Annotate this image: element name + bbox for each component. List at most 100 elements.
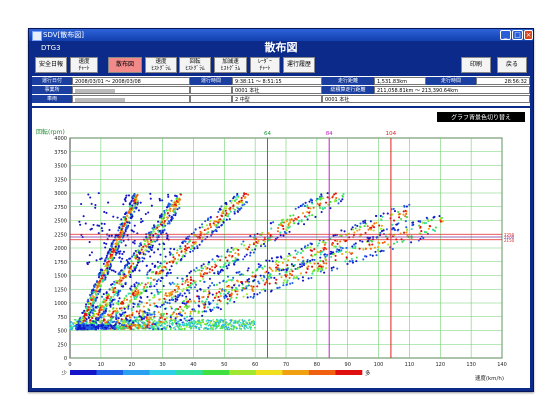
scatter-point [294, 249, 297, 252]
scatter-point [268, 274, 272, 277]
scatter-point [114, 270, 117, 273]
scatter-point [175, 285, 178, 288]
scatter-point [103, 210, 106, 213]
scatter-point [373, 226, 376, 229]
scatter-point [177, 258, 180, 261]
scatter-point [312, 206, 315, 209]
scatter-point [97, 327, 100, 330]
scatter-point [143, 324, 146, 327]
history-button[interactable]: 運行履歴 [283, 57, 315, 73]
scatter-point [297, 216, 300, 219]
daily-report-button[interactable]: 安全日報 [35, 57, 67, 73]
vehicle-type-value: 2 中型 [232, 95, 322, 103]
scatter-button[interactable]: 散布図 [108, 57, 142, 73]
scatter-point [197, 310, 200, 313]
close-button[interactable]: × [524, 30, 533, 40]
scatter-point [274, 260, 277, 264]
scatter-point [300, 218, 303, 222]
scatter-point [128, 292, 131, 295]
background-toggle-button[interactable]: グラフ背景色切り替え [437, 112, 525, 122]
scatter-point [141, 256, 144, 259]
vehicle-empty-cell [190, 95, 232, 103]
rpm-histogram-button[interactable]: 回転 ﾋｽﾄｸﾞﾗﾑ [179, 57, 211, 73]
scatter-point [364, 231, 367, 234]
scatter-point [175, 195, 178, 198]
scatter-point [205, 272, 209, 275]
print-button[interactable]: 印刷 [461, 57, 491, 73]
scatter-point [159, 305, 162, 308]
scatter-point [253, 279, 256, 282]
scatter-point [305, 262, 308, 265]
y-tick-label: 0 [64, 356, 67, 362]
scatter-point [228, 293, 231, 296]
scatter-point [99, 268, 103, 271]
period-value: 2008/03/01 ～ 2008/03/08 [72, 77, 190, 85]
scatter-point [149, 304, 152, 307]
scatter-point [225, 207, 228, 210]
scatter-point [144, 212, 147, 216]
scatter-point [163, 209, 166, 213]
scatter-point [351, 228, 355, 231]
scatter-point [367, 228, 370, 231]
scatter-point [94, 306, 97, 309]
scatter-point [83, 315, 86, 318]
scatter-point [176, 298, 179, 301]
scatter-point [282, 281, 285, 284]
scatter-point [194, 301, 197, 304]
scatter-point [392, 242, 396, 245]
scatter-point [82, 322, 85, 325]
maximize-button[interactable]: □ [512, 30, 523, 40]
scatter-point [130, 260, 133, 263]
scatter-point [103, 306, 106, 309]
scatter-point [270, 289, 273, 292]
scatter-point [178, 206, 181, 210]
scatter-point [207, 263, 210, 266]
vehicle-label: 車両 [32, 95, 72, 103]
scatter-point [129, 266, 132, 269]
scatter-point [318, 265, 321, 268]
back-button[interactable]: 戻る [497, 57, 527, 73]
accel-histogram-button[interactable]: 加減速 ﾋｽﾄｸﾞﾗﾑ [214, 57, 247, 73]
scatter-point [108, 288, 111, 291]
scatter-point [99, 288, 102, 291]
scatter-point [168, 268, 171, 271]
scatter-point [137, 251, 140, 254]
scatter-point [238, 324, 241, 326]
scatter-point [137, 325, 140, 328]
scatter-point [94, 320, 97, 323]
scatter-point [292, 219, 295, 222]
scatter-point [156, 234, 159, 237]
speed-histogram-button[interactable]: 速度 ﾋｽﾄｸﾞﾗﾑ [145, 57, 177, 73]
x-tick-label: 60 [252, 362, 258, 368]
scatter-point [105, 305, 108, 308]
scatter-point [140, 243, 143, 247]
scatter-point [89, 196, 92, 199]
scatter-point [181, 323, 184, 326]
scatter-point [242, 320, 245, 323]
scatter-point [319, 202, 322, 205]
scatter-point [348, 251, 351, 254]
scatter-point [350, 257, 353, 260]
scatter-point [276, 286, 279, 290]
scatter-point [326, 192, 329, 195]
scatter-point [193, 286, 197, 289]
scatter-point [243, 203, 246, 206]
scatter-point [158, 243, 161, 246]
scatter-point [165, 320, 167, 323]
scatter-point [236, 280, 240, 283]
minimize-button[interactable]: _ [500, 30, 511, 40]
scatter-point [188, 286, 191, 289]
speed-chart-button[interactable]: 速度 ﾁｬｰﾄ [70, 57, 98, 73]
radar-chart-button[interactable]: ﾚｰﾀﾞｰ ﾁｬｰﾄ [250, 57, 280, 73]
scatter-point [292, 264, 295, 268]
scatter-point [318, 204, 321, 207]
scatter-point [200, 326, 203, 329]
scatter-chart: 0250500750100012501500175020002250250027… [36, 112, 525, 382]
scatter-point [202, 318, 205, 321]
scatter-point [238, 284, 241, 287]
scatter-point [144, 327, 147, 330]
legend-swatch [308, 370, 336, 375]
scatter-point [175, 197, 178, 200]
scatter-point [94, 203, 97, 207]
scatter-point [174, 205, 178, 208]
